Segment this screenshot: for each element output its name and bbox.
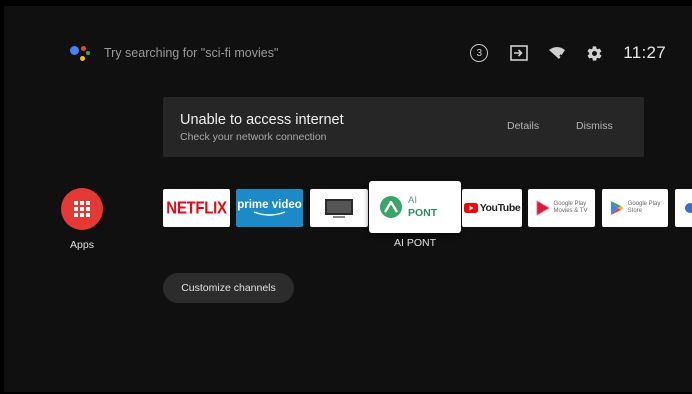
google-play-store-icon [610,201,624,215]
tv-app-tile[interactable] [310,189,368,227]
ai-pont-logo-icon [380,196,402,218]
gps-line2: Store [627,208,642,214]
notification-count-badge[interactable]: 3 [470,44,489,62]
gpm-line1: Google Play [553,201,587,207]
partial-app-icon [685,203,692,213]
gpm-line2: Movies & TV [553,208,588,214]
prime-smile-icon [253,210,285,216]
apps-button[interactable]: Apps [60,188,104,251]
apps-label: Apps [70,239,94,251]
search-bar[interactable]: Try searching for "sci-fi movies" [68,40,278,66]
prime-video-logo: prime video [237,198,302,211]
apps-grid-icon [61,188,103,230]
netflix-logo: NETFLIX [166,198,227,218]
search-hint: Try searching for "sci-fi movies" [104,46,279,60]
status-bar: 3 11:27 [470,40,666,66]
ai-pont-channel-tile[interactable]: AI PONT [369,181,461,233]
netflix-channel-tile[interactable]: NETFLIX [163,189,230,227]
google-assistant-icon [68,41,92,65]
partial-channel-tile[interactable] [675,189,692,227]
youtube-channel-tile[interactable]: YouTube [462,189,522,227]
youtube-play-icon [463,203,478,213]
banner-subtitle: Check your network connection [180,131,327,143]
input-source-icon[interactable] [510,45,529,61]
customize-channels-button[interactable]: Customize channels [163,273,294,303]
ai-pont-line1: AI [408,195,417,206]
dismiss-button[interactable]: Dismiss [576,120,613,132]
prime-video-channel-tile[interactable]: prime video [236,189,303,227]
details-button[interactable]: Details [507,120,539,132]
gps-line1: Google Play [627,201,661,207]
focused-channel-label: AI PONT [393,237,436,249]
network-error-banner: Unable to access internet Check your net… [163,97,644,157]
youtube-logo-text: YouTube [479,202,521,214]
tv-home-screen: Try searching for "sci-fi movies" 3 11:2… [4,6,692,392]
google-play-movies-icon [536,200,550,216]
google-play-movies-tile[interactable]: Google Play Movies & TV [528,189,595,227]
tv-monitor-icon [325,199,353,218]
settings-gear-icon[interactable] [586,45,603,62]
banner-title: Unable to access internet [180,112,344,128]
clock: 11:27 [623,43,666,62]
wifi-off-icon[interactable] [548,45,566,61]
google-play-store-tile[interactable]: Google Play Store [602,189,668,227]
ai-pont-line2: PONT [408,207,438,219]
